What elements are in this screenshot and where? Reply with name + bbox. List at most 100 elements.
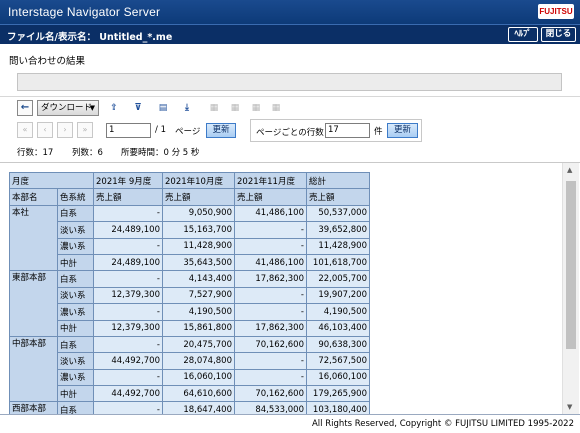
color-category-cell: 中計 <box>57 385 94 403</box>
value-cell: 41,486,100 <box>234 253 307 272</box>
value-cell: 16,060,100 <box>162 368 235 387</box>
tool-icon-2[interactable]: ▦ <box>227 100 243 116</box>
value-cell: 28,074,800 <box>162 352 235 370</box>
column-count: 列数：6 <box>72 148 103 158</box>
folder-icon[interactable]: ▤ <box>155 100 171 116</box>
value-cell: 11,428,900 <box>162 237 235 255</box>
table-row: 淡い系 12,379,300 7,527,900-19,907,200 <box>10 286 370 305</box>
rows-per-page-label: ページごとの行数 <box>256 128 324 138</box>
header-row: 月度 2021年 9月度 2021年10月度 2021年11月度 総計 <box>9 171 370 190</box>
value-cell: 12,379,300 <box>93 286 163 305</box>
value-cell: - <box>234 237 307 255</box>
header-cell: 2021年10月度 <box>162 171 235 190</box>
filter-icon[interactable]: ⊽ <box>130 100 146 116</box>
color-category-cell: 淡い系 <box>57 352 94 370</box>
value-cell: 16,060,100 <box>306 368 370 387</box>
value-cell: 12,379,300 <box>93 319 163 337</box>
value-cell: 4,190,500 <box>162 303 235 321</box>
prev-page-button[interactable]: ‹ <box>37 122 53 138</box>
value-cell: 20,475,700 <box>162 335 235 354</box>
page-update-button[interactable]: 更新 <box>206 123 236 138</box>
back-button[interactable]: ← <box>17 100 33 116</box>
value-cell: - <box>93 270 163 288</box>
table-row: 淡い系 44,492,700 28,074,800-72,567,500 <box>10 352 370 370</box>
tool-icon-1[interactable]: ▦ <box>206 100 222 116</box>
table-row: 中計 44,492,700 64,610,600 70,162,600 179,265,… <box>10 385 370 403</box>
table-row: 中計 12,379,300 15,861,800 17,862,300 46,103,4… <box>10 319 370 337</box>
table-row: 濃い系 -4,190,500-4,190,500 <box>10 303 370 321</box>
value-cell: 35,643,500 <box>162 253 235 272</box>
value-cell: 19,907,200 <box>306 286 370 305</box>
app-window: Interstage Navigator Server FUJITSU ファイル… <box>0 0 580 433</box>
page-number-input[interactable]: 1 <box>106 123 151 138</box>
value-cell: 7,527,900 <box>162 286 235 305</box>
download-icon[interactable]: ⤓ <box>179 100 195 116</box>
table-row: 西部本部 白系 -18,647,400 84,533,000 103,180,400 <box>9 401 370 414</box>
header-cell: 売上額 <box>162 188 235 206</box>
rows-unit-label: 件 <box>374 127 383 137</box>
value-cell: 18,647,400 <box>162 401 235 414</box>
help-button[interactable]: ﾍﾙﾌﾟ <box>508 27 538 42</box>
value-cell: 22,005,700 <box>306 270 370 288</box>
value-cell: - <box>93 303 163 321</box>
rows-per-page-input[interactable]: 17 <box>325 123 370 138</box>
value-cell: 103,180,400 <box>306 401 370 414</box>
color-category-cell: 中計 <box>57 253 94 272</box>
header-cell: 2021年 9月度 <box>93 171 163 190</box>
value-cell: - <box>234 221 307 239</box>
table-row: 東部本部 白系 -4,143,400 17,862,300 22,005,700 <box>9 270 370 337</box>
tool-icon-4[interactable]: ▦ <box>268 100 284 116</box>
vertical-scrollbar[interactable]: ▲ ▼ <box>562 163 579 414</box>
value-cell: 9,050,900 <box>162 204 235 223</box>
value-cell: 50,537,000 <box>306 204 370 223</box>
value-cell: 72,567,500 <box>306 352 370 370</box>
header-cell: 色系統 <box>57 188 94 206</box>
header-cell: 2021年11月度 <box>234 171 307 190</box>
color-category-cell: 白系 <box>57 204 94 223</box>
page-title: 問い合わせの結果 <box>9 56 86 67</box>
elapsed-time: 所要時間：0 分 5 秒 <box>121 148 200 158</box>
page-total: / 1 <box>155 125 166 135</box>
app-title: Interstage Navigator Server <box>8 5 161 19</box>
last-page-button[interactable]: » <box>77 122 93 138</box>
header-cell: 売上額 <box>93 188 163 206</box>
value-cell: 17,862,300 <box>234 270 307 288</box>
scroll-thumb[interactable] <box>566 181 576 349</box>
value-cell: 64,610,600 <box>162 385 235 403</box>
header-cell: 月度 <box>9 171 94 190</box>
header-cell: 売上額 <box>306 188 370 206</box>
value-cell: 70,162,600 <box>234 335 307 354</box>
tool-icon-3[interactable]: ▦ <box>248 100 264 116</box>
rows-update-button[interactable]: 更新 <box>387 123 418 138</box>
value-cell: - <box>234 303 307 321</box>
export-icon[interactable]: ⇪ <box>106 100 122 116</box>
value-cell: 15,861,800 <box>162 319 235 337</box>
next-page-button[interactable]: › <box>57 122 73 138</box>
header-row: 本部名 色系統 売上額 売上額 売上額 売上額 <box>9 188 370 206</box>
value-cell: 44,492,700 <box>93 352 163 370</box>
download-dropdown[interactable]: ダウンロード ▼ <box>37 100 99 116</box>
value-cell: 179,265,900 <box>306 385 370 403</box>
value-cell: 44,492,700 <box>93 385 163 403</box>
back-arrow-icon: ← <box>20 102 30 113</box>
close-button[interactable]: 閉じる <box>541 27 576 42</box>
row-count: 行数：17 <box>17 148 54 158</box>
value-cell: 101,618,700 <box>306 253 370 272</box>
group-name-cell: 中部本部 <box>9 335 58 403</box>
first-page-button[interactable]: « <box>17 122 33 138</box>
value-cell: 24,489,100 <box>93 253 163 272</box>
table-row: 中計 24,489,100 35,643,500 41,486,100 101,618,… <box>10 253 370 272</box>
message-area <box>17 73 562 91</box>
group-name-cell: 西部本部 <box>9 401 58 414</box>
group-name-cell: 本社 <box>9 204 58 272</box>
color-category-cell: 濃い系 <box>57 237 94 255</box>
value-cell: 15,163,700 <box>162 221 235 239</box>
value-cell: 24,489,100 <box>93 221 163 239</box>
value-cell: 17,862,300 <box>234 319 307 337</box>
scroll-up-icon[interactable]: ▲ <box>567 166 572 174</box>
header-cell: 売上額 <box>234 188 307 206</box>
value-cell: 4,190,500 <box>306 303 370 321</box>
value-cell: 90,638,300 <box>306 335 370 354</box>
scroll-down-icon[interactable]: ▼ <box>567 403 572 411</box>
value-cell: - <box>93 204 163 223</box>
